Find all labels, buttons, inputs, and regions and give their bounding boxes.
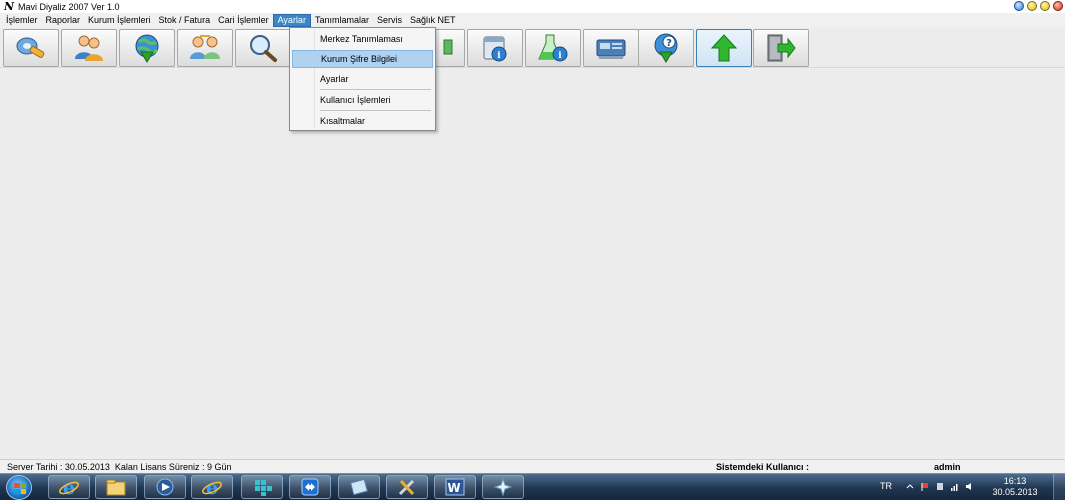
volume-icon[interactable] xyxy=(965,482,975,491)
svg-text:?: ? xyxy=(666,38,672,49)
toolbar: i i ? xyxy=(0,28,1065,68)
internet-explorer-icon: e xyxy=(59,477,79,497)
taskbar-tools[interactable] xyxy=(386,475,428,499)
svg-text:W: W xyxy=(447,481,460,495)
lab-flask-info-icon: i xyxy=(538,34,568,62)
network-signal-icon[interactable] xyxy=(950,482,960,491)
server-date-license: Server Tarihi : 30.05.2013 Kalan Lisans … xyxy=(7,462,232,472)
menu-item-kullanici-islemleri[interactable]: Kullanıcı İşlemleri xyxy=(292,91,433,109)
app-logo: N xyxy=(3,0,15,13)
green-up-arrow-icon xyxy=(710,34,738,62)
toolbar-button-help[interactable]: ? xyxy=(638,29,694,67)
show-hidden-icons-icon[interactable] xyxy=(905,482,915,491)
exit-door-icon xyxy=(767,34,796,62)
toolbar-button-search[interactable] xyxy=(235,29,291,67)
globe-help-icon: ? xyxy=(654,33,678,63)
taskbar-teamviewer[interactable] xyxy=(289,475,331,499)
svg-text:i: i xyxy=(558,51,562,61)
toolbar-button-network[interactable] xyxy=(583,29,639,67)
toolbar-button-exit[interactable] xyxy=(753,29,809,67)
tray-language[interactable]: TR xyxy=(880,481,892,491)
globe-download-icon xyxy=(135,34,159,63)
media-player-icon xyxy=(156,478,174,496)
removable-device-icon[interactable] xyxy=(935,482,945,491)
menu-bar: İşlemler Raporlar Kurum İşlemleri Stok /… xyxy=(0,13,1065,28)
close-button[interactable] xyxy=(1053,1,1063,11)
toolbar-button-keys[interactable] xyxy=(3,29,59,67)
toolbar-button-people[interactable] xyxy=(177,29,233,67)
taskbar-internet-explorer[interactable]: e xyxy=(48,475,90,499)
start-button[interactable] xyxy=(6,475,32,500)
status-bar: Server Tarihi : 30.05.2013 Kalan Lisans … xyxy=(0,459,1065,473)
notepad-icon xyxy=(350,478,368,496)
tray-time: 16:13 xyxy=(1003,476,1027,486)
toolbar-button-download[interactable] xyxy=(119,29,175,67)
taskbar-media-player[interactable] xyxy=(144,475,186,499)
taskbar-medical-app[interactable] xyxy=(482,475,524,499)
tray-date: 30.05.2013 xyxy=(992,487,1038,497)
menu-item-kurum-sifre-bilgilei[interactable]: Kurum Şifre Bilgilei xyxy=(292,50,433,68)
show-desktop-button[interactable] xyxy=(1053,474,1065,500)
toolbar-button-upload[interactable] xyxy=(696,29,752,67)
system-tray: TR 16:13 30.05.2013 xyxy=(865,474,1065,500)
windows-logo-icon xyxy=(14,483,26,494)
menu-tanimlamalar[interactable]: Tanımlamalar xyxy=(311,14,373,27)
menu-separator xyxy=(320,110,431,111)
help-button[interactable] xyxy=(1014,1,1024,11)
people-swap-icon xyxy=(190,35,220,59)
main-workspace xyxy=(0,68,1065,459)
key-chain-icon xyxy=(16,37,45,58)
taskbar-file-explorer[interactable] xyxy=(95,475,137,499)
menu-separator xyxy=(320,89,431,90)
window-title: Mavi Diyaliz 2007 Ver 1.0 xyxy=(18,1,120,12)
tools-icon xyxy=(398,479,415,496)
ayarlar-dropdown-menu: Merkez Tanımlaması Kurum Şifre Bilgilei … xyxy=(289,27,436,131)
file-explorer-icon xyxy=(106,479,126,496)
menu-item-kisaltmalar[interactable]: Kısaltmalar xyxy=(292,112,433,130)
taskbar-notepad[interactable] xyxy=(338,475,380,499)
teamviewer-icon xyxy=(301,478,319,496)
menu-item-ayarlar[interactable]: Ayarlar xyxy=(292,70,433,88)
menu-servis[interactable]: Servis xyxy=(373,14,406,27)
windows-taskbar: e e W TR 16:13 30.05.2013 xyxy=(0,473,1065,500)
svg-text:i: i xyxy=(497,51,501,61)
menu-islemler[interactable]: İşlemler xyxy=(2,14,42,27)
taskbar-internet-explorer-2[interactable]: e xyxy=(191,475,233,499)
menu-raporlar[interactable]: Raporlar xyxy=(42,14,85,27)
menu-stok-fatura[interactable]: Stok / Fatura xyxy=(155,14,215,27)
taskbar-app-grid[interactable] xyxy=(241,475,283,499)
users-icon xyxy=(75,35,103,61)
menu-item-merkez-tanimlamasi[interactable]: Merkez Tanımlaması xyxy=(292,30,433,48)
internet-explorer-icon: e xyxy=(202,477,222,497)
toolbar-button-lab[interactable]: i xyxy=(525,29,581,67)
toolbar-button-calendar[interactable]: i xyxy=(467,29,523,67)
calendar-info-icon: i xyxy=(483,36,507,62)
minimize-button[interactable] xyxy=(1027,1,1037,11)
magnifier-icon xyxy=(250,35,277,62)
system-user-label: Sistemdeki Kullanıcı : xyxy=(716,462,810,472)
menu-ayarlar[interactable]: Ayarlar xyxy=(272,14,311,27)
menu-saglik-net[interactable]: Sağlık NET xyxy=(406,14,460,27)
network-card-icon xyxy=(596,39,626,59)
medical-app-icon xyxy=(493,477,513,497)
menu-kurum-islemleri[interactable]: Kurum İşlemleri xyxy=(84,14,155,27)
title-bar: N Mavi Diyaliz 2007 Ver 1.0 xyxy=(0,0,1065,13)
toolbar-button-users[interactable] xyxy=(61,29,117,67)
word-icon: W xyxy=(445,478,465,496)
taskbar-word[interactable]: W xyxy=(434,475,476,499)
menu-cari-islemler[interactable]: Cari İşlemler xyxy=(214,14,273,27)
system-user-name: admin xyxy=(934,462,961,472)
tray-clock[interactable]: 16:13 30.05.2013 xyxy=(985,476,1045,498)
window-controls xyxy=(1014,1,1063,11)
app-grid-icon xyxy=(255,480,272,496)
action-center-flag-icon[interactable] xyxy=(920,482,930,491)
maximize-button[interactable] xyxy=(1040,1,1050,11)
